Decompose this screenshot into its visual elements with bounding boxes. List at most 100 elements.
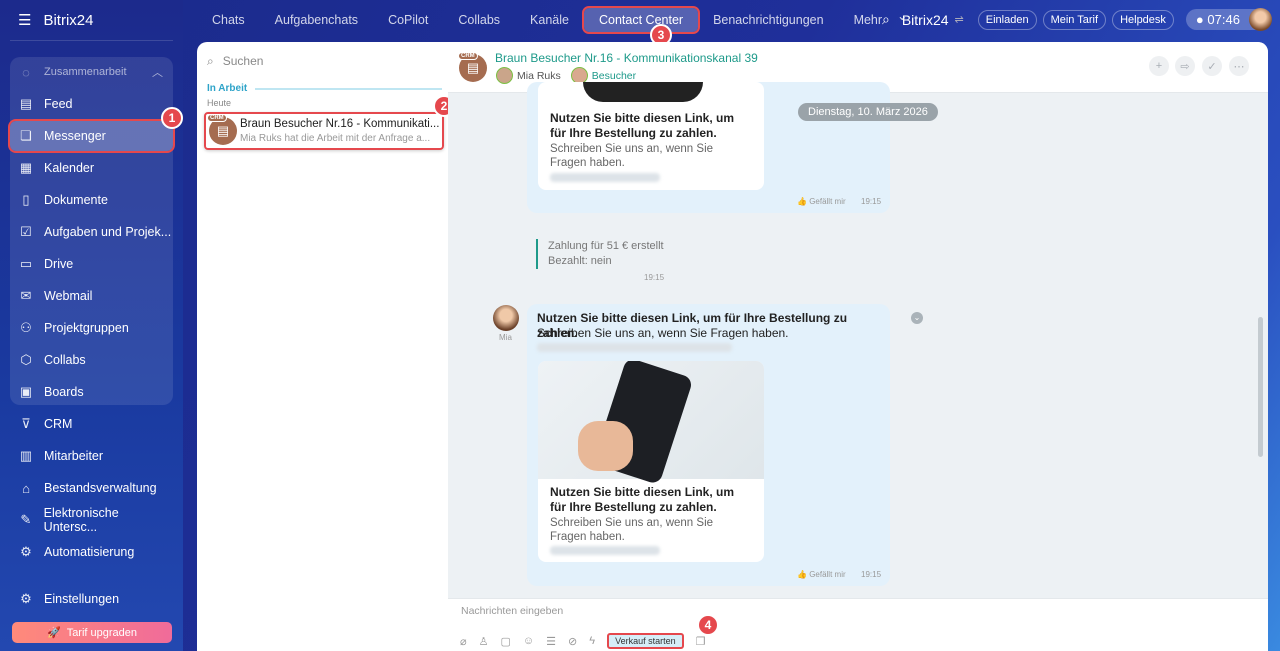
sidebar-item-crm[interactable]: ⊽ CRM — [10, 409, 173, 439]
copy-icon[interactable]: ❐ — [696, 635, 706, 648]
helpdesk-button[interactable]: Helpdesk — [1112, 9, 1174, 30]
crm-tag: CRM — [458, 52, 478, 60]
brand-title: Bitrix24 — [901, 11, 949, 28]
sidebar-item-label: Drive — [44, 257, 74, 271]
search-icon[interactable]: ⌕ — [882, 11, 890, 28]
tab-chats[interactable]: Chats — [197, 8, 260, 32]
step-badge-4: 4 — [697, 614, 719, 636]
upgrade-button[interactable]: 🚀 Tarif upgraden — [12, 622, 172, 643]
chevron-up-icon: ︿ — [152, 67, 163, 79]
boards-icon: ▣ — [19, 384, 33, 399]
lightning-icon[interactable]: ϟ — [589, 635, 595, 647]
upgrade-label: Tarif upgraden — [66, 626, 138, 639]
more-icon[interactable]: ⋯ — [1229, 56, 1249, 76]
sidebar-item-collabs[interactable]: ⬡ Collabs — [10, 345, 173, 375]
drive-icon: ▭ — [19, 256, 33, 271]
author-avatar[interactable] — [493, 305, 519, 331]
search-input[interactable]: ⌕ Suchen — [207, 54, 263, 69]
tab-contact-center[interactable]: Contact Center — [581, 6, 701, 34]
inventory-icon: ⌂ — [22, 480, 30, 496]
sidebar-item-dokumente[interactable]: ▯ Dokumente — [10, 185, 173, 215]
sidebar-item-webmail[interactable]: ✉ Webmail — [10, 281, 173, 311]
chat-title[interactable]: Braun Besucher Nr.16 - Kommunikationskan… — [495, 51, 758, 65]
tab-collabs[interactable]: Collabs — [443, 8, 515, 32]
participant-avatar[interactable] — [496, 67, 513, 84]
visitor-name[interactable]: Besucher — [592, 70, 636, 82]
crm-tag: CRM — [207, 114, 227, 122]
list-icon[interactable]: ☰ — [546, 635, 556, 648]
chat-list-item[interactable]: ▤ CRM Braun Besucher Nr.16 - Kommunikati… — [204, 112, 444, 150]
date-group: Heute — [207, 98, 232, 108]
payment-link[interactable] — [550, 173, 660, 182]
message-text: Schreiben Sie uns an, wenn Sie Fragen ha… — [537, 326, 789, 340]
sidebar-item-label: CRM — [44, 417, 73, 431]
message-menu-icon[interactable]: ⌄ — [911, 312, 923, 324]
sidebar-item-projektgruppen[interactable]: ⚇ Projektgruppen — [10, 313, 173, 343]
chat-list: ⌕ Suchen In Arbeit Heute ▤ CRM Braun Besu… — [197, 42, 455, 651]
smile-icon[interactable]: ☺ — [523, 635, 534, 647]
group-header[interactable]: ◌ Zusammenarbeit ︿ — [10, 57, 173, 87]
signature-icon: ✎ — [20, 512, 32, 527]
sidebar-item-elektronische-untersc[interactable]: ✎ Elektronische Untersc... — [10, 505, 173, 535]
sidebar-item-label: Collabs — [44, 353, 86, 367]
sidebar-item-label: Messenger — [44, 129, 106, 143]
sidebar-item-messenger[interactable]: ❏ Messenger — [8, 119, 175, 153]
tasks-icon: ☑ — [20, 224, 32, 239]
add-icon[interactable]: + — [1149, 56, 1169, 76]
card-title: Nutzen Sie bitte diesen Link, um für Ihr… — [550, 485, 735, 514]
sidebar-item-label: Elektronische Untersc... — [43, 506, 119, 534]
start-sale-button[interactable]: Verkauf starten — [607, 633, 684, 649]
sidebar-item-drive[interactable]: ▭ Drive — [10, 249, 173, 279]
user-icon[interactable]: ♙ — [479, 635, 489, 648]
sidebar-item-label: Webmail — [44, 289, 93, 303]
step-badge-1: 1 — [161, 107, 183, 129]
payment-link[interactable] — [550, 546, 660, 555]
feed-icon: ▤ — [19, 96, 33, 111]
sidebar-item-automatisierung[interactable]: ⚙ Automatisierung — [10, 537, 173, 567]
worktime-button[interactable]: ● 07:46 — [1185, 8, 1272, 31]
system-line: Bezahlt: nein — [548, 255, 612, 267]
sidebar-item-boards[interactable]: ▣ Boards — [10, 377, 173, 407]
tab-benachrichtigungen[interactable]: Benachrichtigungen — [698, 8, 839, 32]
sidebar-item-feed[interactable]: ▤ Feed — [10, 89, 173, 119]
search-placeholder: Suchen — [222, 54, 264, 68]
card-subtitle: Schreiben Sie uns an, wenn Sie Fragen ha… — [550, 517, 714, 543]
sidebar-item-kalender[interactable]: ▦ Kalender — [10, 153, 173, 183]
attach-icon[interactable]: ⌀ — [460, 635, 467, 648]
sidebar-item-label: Boards — [44, 385, 84, 399]
finish-icon[interactable]: ✓ — [1202, 56, 1222, 76]
payment-link[interactable] — [537, 343, 732, 352]
payment-card[interactable]: Nutzen Sie bitte diesen Link, um für Ihr… — [538, 361, 764, 562]
payment-card[interactable]: Nutzen Sie bitte diesen Link, um für Ihr… — [538, 82, 764, 190]
like-button[interactable]: 👍 Gefällt mir — [797, 197, 846, 206]
employees-icon: ▥ — [19, 448, 33, 463]
my-plan-button[interactable]: Mein Tarif — [1042, 9, 1107, 30]
participant-name[interactable]: Mia Ruks — [517, 70, 561, 82]
user-avatar[interactable] — [1248, 8, 1272, 31]
sidebar-item-aufgaben-und-projek[interactable]: ☑ Aufgaben und Projek... — [10, 217, 173, 247]
message-time: 19:15 — [861, 197, 882, 206]
groups-icon: ⚇ — [20, 320, 32, 335]
tab-aufgabenchats[interactable]: Aufgabenchats — [260, 8, 373, 32]
phone-image — [583, 82, 703, 102]
scrollbar[interactable] — [1258, 317, 1263, 457]
time: 07:46 — [1207, 12, 1240, 27]
message-input[interactable]: Nachrichten eingeben — [461, 605, 563, 617]
sidebar-item-bestandsverwaltung[interactable]: ⌂ Bestandsverwaltung — [10, 473, 173, 503]
invite-button[interactable]: Einladen — [977, 9, 1037, 30]
tab-kanäle[interactable]: Kanäle — [515, 8, 584, 32]
collab-icon: ◌ — [22, 64, 30, 80]
hide-icon[interactable]: ⊘ — [568, 635, 577, 648]
chat-panel: ▤ CRM Braun Besucher Nr.16 - Kommunikati… — [448, 42, 1268, 651]
forward-icon[interactable]: ⇨ — [1175, 56, 1195, 76]
section-header: In Arbeit — [207, 83, 442, 94]
form-icon[interactable]: ▢ — [501, 635, 511, 648]
sidebar-item-label: Bestandsverwaltung — [44, 481, 157, 495]
tab-copilot[interactable]: CoPilot — [373, 8, 443, 32]
menu-icon[interactable]: ☰ — [18, 11, 31, 29]
settings-sliders-icon[interactable]: ⇌ — [955, 13, 964, 26]
mail-icon: ✉ — [20, 288, 32, 303]
like-button[interactable]: 👍 Gefällt mir — [797, 570, 846, 579]
sidebar-item-settings[interactable]: ⚙ Einstellungen — [10, 584, 173, 614]
sidebar-item-mitarbeiter[interactable]: ▥ Mitarbeiter — [10, 441, 173, 471]
